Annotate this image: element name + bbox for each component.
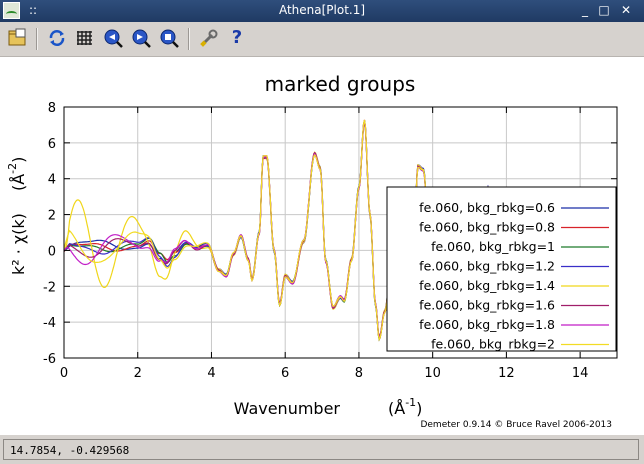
toolbar-separator bbox=[188, 28, 190, 50]
legend-label: fe.060, bkg_rbkg=0.6 bbox=[419, 200, 555, 215]
window-titlebar[interactable]: :: Athena[Plot.1] _ □ ✕ bbox=[0, 0, 644, 22]
legend-label: fe.060, bkg_rbkg=1.4 bbox=[419, 278, 555, 293]
x-tick-label: 6 bbox=[281, 366, 289, 381]
y-axis-unit: (Å-2) bbox=[6, 157, 28, 191]
x-axis-unit-base: (Å bbox=[388, 399, 405, 418]
x-axis-unit: (Å-1) bbox=[388, 396, 422, 418]
y-axis-label: k² · χ(k) bbox=[9, 213, 28, 275]
x-tick-label: 10 bbox=[424, 366, 441, 381]
y-axis-label-group: k² · χ(k) (Å-2) bbox=[6, 157, 28, 275]
minimize-button[interactable]: _ bbox=[578, 3, 592, 17]
status-box: 14.7854, -0.429568 bbox=[3, 439, 639, 460]
chart-title: marked groups bbox=[265, 72, 416, 96]
y-tick-label: 2 bbox=[48, 209, 56, 224]
legend-label: fe.060, bkg_rbkg=1 bbox=[431, 239, 555, 254]
legend-label: fe.060, bkg_rbkg=1.8 bbox=[419, 317, 555, 332]
zoom-reset-icon[interactable] bbox=[158, 27, 180, 49]
legend-label: fe.060, bkg_rbkg=0.8 bbox=[419, 220, 555, 235]
legend-label: fe.060, bkg_rbkg=1.2 bbox=[419, 259, 555, 274]
close-button[interactable]: ✕ bbox=[619, 3, 633, 17]
x-axis-unit-exp: -1 bbox=[405, 396, 416, 409]
y-tick-label: 0 bbox=[48, 244, 56, 259]
y-axis-unit-base: (Å bbox=[9, 174, 28, 191]
zoom-in-icon[interactable] bbox=[102, 27, 124, 49]
zoom-out-icon[interactable] bbox=[130, 27, 152, 49]
x-axis-label: Wavenumber bbox=[234, 399, 341, 418]
y-tick-label: 4 bbox=[48, 173, 56, 188]
y-tick-label: 8 bbox=[48, 101, 56, 116]
x-tick-label: 2 bbox=[134, 366, 142, 381]
legend-label: fe.060, bkg_rbkg=1.6 bbox=[419, 298, 555, 313]
x-axis-unit-close: ) bbox=[416, 399, 422, 418]
settings-wrench-icon[interactable] bbox=[198, 27, 220, 49]
y-tick-label: -2 bbox=[43, 280, 56, 295]
toolbar-separator bbox=[36, 28, 38, 50]
status-bar: 14.7854, -0.429568 bbox=[0, 436, 644, 464]
maximize-button[interactable]: □ bbox=[597, 3, 611, 17]
window-title: Athena[Plot.1] bbox=[278, 3, 366, 17]
x-tick-label: 12 bbox=[498, 366, 515, 381]
legend-label: fe.060, bkg_rbkg=2 bbox=[431, 337, 555, 352]
grid-icon[interactable] bbox=[74, 27, 96, 49]
x-tick-label: 14 bbox=[572, 366, 589, 381]
y-axis-unit-close: ) bbox=[9, 157, 28, 163]
help-icon[interactable]: ? bbox=[226, 27, 248, 49]
y-tick-label: -6 bbox=[43, 352, 56, 367]
open-folder-icon[interactable] bbox=[7, 27, 29, 49]
chart-svg[interactable]: marked groups 0 2 4 6 8 10 12 14 -6 -4 -2 0 2 4 6 8 fe.… bbox=[0, 57, 644, 435]
credit-text: Demeter 0.9.14 © Bruce Ravel 2006-2013 bbox=[420, 420, 612, 430]
cursor-coordinates: 14.7854, -0.429568 bbox=[10, 444, 130, 457]
toolbar: ? bbox=[0, 22, 644, 57]
x-tick-label: 4 bbox=[207, 366, 215, 381]
y-tick-label: 6 bbox=[48, 137, 56, 152]
plot-panel[interactable]: marked groups 0 2 4 6 8 10 12 14 -6 -4 -2 0 2 4 6 8 fe.… bbox=[0, 57, 644, 435]
y-axis-unit-exp: -2 bbox=[6, 163, 19, 174]
x-tick-label: 0 bbox=[60, 366, 68, 381]
refresh-icon[interactable] bbox=[46, 27, 68, 49]
chart-legend: fe.060, bkg_rbkg=0.6 fe.060, bkg_rbkg=0.8… bbox=[386, 186, 617, 352]
x-tick-label: 8 bbox=[355, 366, 363, 381]
y-tick-label: -4 bbox=[43, 316, 56, 331]
